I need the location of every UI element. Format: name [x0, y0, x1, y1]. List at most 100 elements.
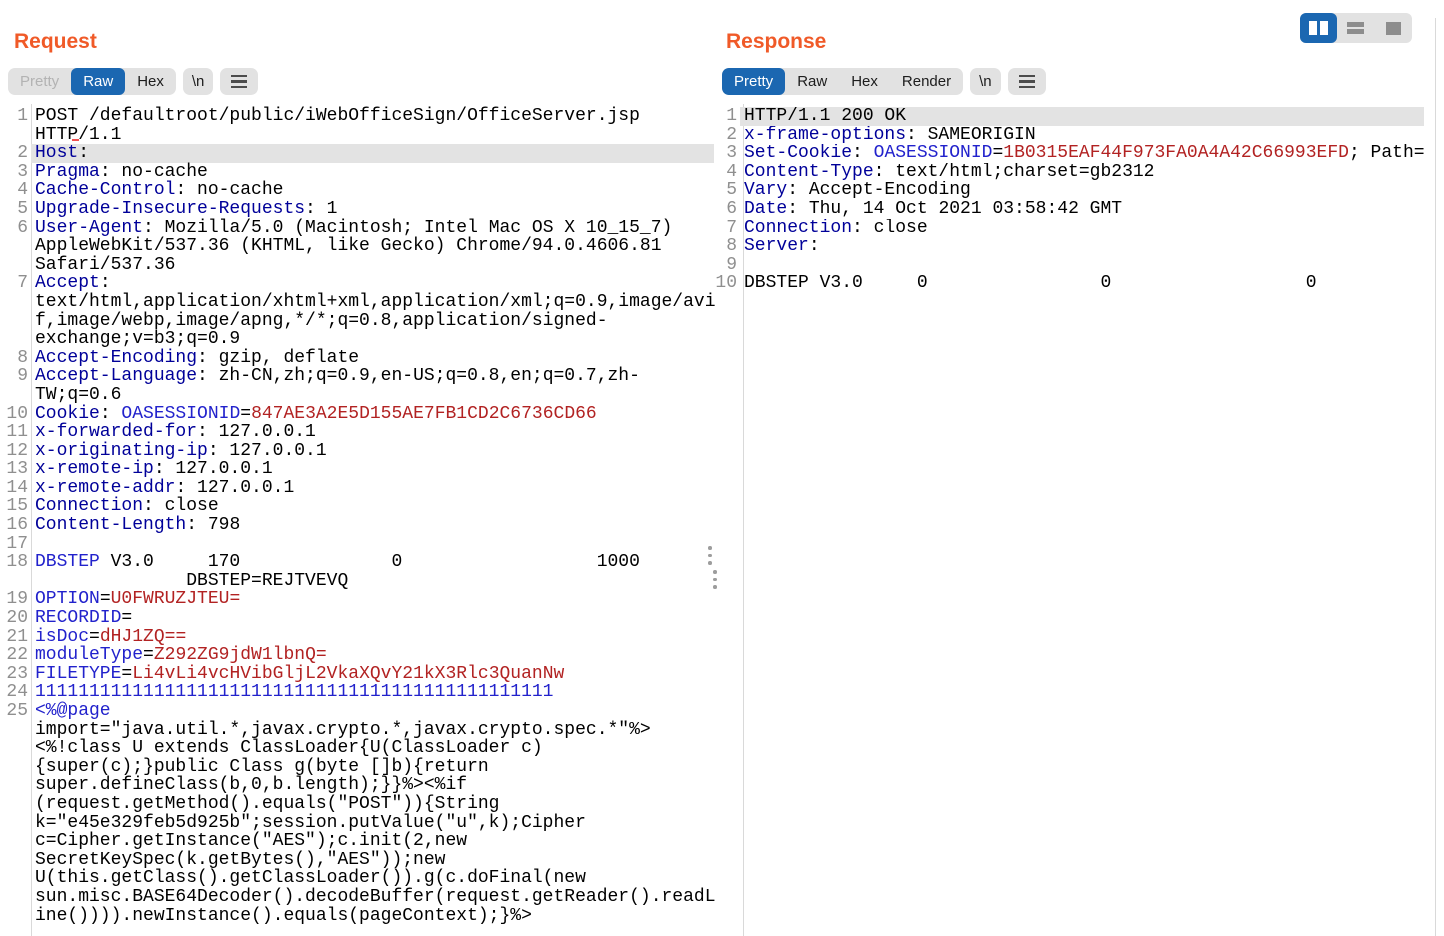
code-segment: Connection — [744, 219, 852, 238]
response-panel-drag-handle[interactable] — [713, 570, 717, 589]
code-segment: DBSTEP V3.0 0 0 0 — [744, 274, 1317, 293]
code-line[interactable]: 1POST /defaultroot/public/iWebOfficeSign… — [0, 107, 714, 144]
code-line[interactable]: 6User-Agent: Mozilla/5.0 (Macintosh; Int… — [0, 219, 714, 275]
code-segment: V3.0 170 0 1000 DBSTEP=REJTVEVQ — [35, 552, 640, 591]
code-segment: x-originating-ip — [35, 441, 208, 461]
code-line[interactable]: 9Accept-Language: zh-CN,zh;q=0.9,en-US;q… — [0, 367, 714, 404]
code-line[interactable]: 10DBSTEP V3.0 0 0 0 — [714, 274, 1444, 293]
tab-raw[interactable]: Raw — [71, 68, 125, 95]
code-line[interactable]: 10Cookie: OASESSIONID=847AE3A2E5D155AE7F… — [0, 405, 714, 424]
code-segment: : close — [143, 496, 219, 516]
code-line[interactable]: 25<%@page import="java.util.*,javax.cryp… — [0, 702, 714, 925]
tab-render[interactable]: Render — [890, 68, 963, 95]
code-line[interactable]: 21isDoc=dHJ1ZQ== — [0, 628, 714, 647]
code-line[interactable]: 12x-originating-ip: 127.0.0.1 — [0, 442, 714, 461]
code-segment: Set-Cookie — [744, 144, 852, 163]
tab-pretty[interactable]: Pretty — [722, 68, 785, 95]
code-line[interactable]: 5Upgrade-Insecure-Requests: 1 — [0, 200, 714, 219]
tab-raw[interactable]: Raw — [785, 68, 839, 95]
code-line[interactable]: 5Vary: Accept-Encoding — [714, 181, 1444, 200]
line-content: x-remote-addr: 127.0.0.1 — [31, 479, 714, 498]
line-number: 25 — [0, 702, 28, 721]
line-number: 1 — [714, 107, 737, 126]
response-view-tabs: PrettyRawHexRender — [722, 68, 963, 95]
line-content: User-Agent: Mozilla/5.0 (Macintosh; Inte… — [31, 219, 714, 275]
code-segment: FILETYPE — [35, 664, 121, 684]
code-line[interactable]: 2Host: — [0, 144, 714, 163]
request-view-tabs: PrettyRawHex — [8, 68, 176, 95]
code-line[interactable]: 3Pragma: no-cache — [0, 163, 714, 182]
code-line[interactable]: 22moduleType=Z292ZG9jdW1lbnQ= — [0, 646, 714, 665]
code-line[interactable]: 20RECORDID= — [0, 609, 714, 628]
code-line[interactable]: 7Connection: close — [714, 219, 1444, 238]
code-line[interactable]: 19OPTION=U0FWRUZJTEU= — [0, 590, 714, 609]
code-segment: : — [852, 144, 874, 163]
code-line[interactable]: 15Connection: close — [0, 497, 714, 516]
code-line[interactable]: 8Accept-Encoding: gzip, deflate — [0, 349, 714, 368]
response-panel: Response PrettyRawHexRender \n 1 HTTP/1.1 … — [714, 0, 1444, 936]
rows-layout-button[interactable] — [1337, 13, 1374, 43]
code-line[interactable]: 16Content-Length: 798 — [0, 516, 714, 535]
code-line[interactable]: 23FILETYPE=Li4vLi4vcHVibGljL2VkaXQvY21kX… — [0, 665, 714, 684]
line-content: Accept-Encoding: gzip, deflate — [31, 349, 714, 368]
code-line[interactable]: 2x-frame-options: SAMEORIGIN — [714, 126, 1444, 145]
line-content: RECORDID= — [31, 609, 714, 628]
editor-menu-button[interactable] — [220, 68, 258, 95]
code-segment: import="java.util.*,javax.crypto.*,javax… — [35, 701, 716, 926]
line-content: Accept: text/html,application/xhtml+xml,… — [31, 274, 721, 348]
columns-layout-button[interactable] — [1300, 13, 1337, 43]
tab-pretty[interactable]: Pretty — [8, 68, 71, 95]
request-panel-drag-handle[interactable] — [708, 546, 712, 565]
code-segment: : SAMEORIGIN — [906, 126, 1036, 145]
code-segment: : 127.0.0.1 — [208, 441, 327, 461]
line-content: x-frame-options: SAMEORIGIN — [740, 126, 1424, 145]
single-layout-button[interactable] — [1375, 13, 1412, 43]
response-panel-title: Response — [726, 30, 826, 54]
code-line[interactable]: 14x-remote-addr: 127.0.0.1 — [0, 479, 714, 498]
line-content-selected: Host: — [31, 144, 714, 163]
code-line[interactable]: 17 — [0, 535, 714, 554]
code-line[interactable]: 8Server: — [714, 237, 1444, 256]
rows-layout-icon — [1347, 22, 1364, 34]
line-number: 4 — [714, 163, 737, 182]
code-segment: : Accept-Encoding — [787, 181, 971, 200]
line-number: 22 — [0, 646, 28, 665]
code-segment: = — [89, 627, 100, 647]
tab-hex[interactable]: Hex — [839, 68, 890, 95]
code-line[interactable]: 18DBSTEP V3.0 170 0 1000 DBSTEP=REJTVEVQ — [0, 553, 714, 590]
code-segment: : gzip, deflate — [197, 348, 359, 368]
code-line[interactable]: 3Set-Cookie: OASESSIONID=1B0315EAF44F973… — [714, 144, 1444, 163]
code-line[interactable]: 7Accept: text/html,application/xhtml+xml… — [0, 274, 714, 348]
line-number: 7 — [0, 274, 28, 293]
newline-toggle-button[interactable]: \n — [970, 68, 1001, 95]
columns-layout-icon — [1309, 21, 1328, 35]
code-segment: HTTP/1.1 200 OK — [744, 107, 906, 126]
code-segment: Server — [744, 237, 809, 256]
code-line[interactable]: 6Date: Thu, 14 Oct 2021 03:58:42 GMT — [714, 200, 1444, 219]
code-line[interactable]: 13x-remote-ip: 127.0.0.1 — [0, 460, 714, 479]
line-content: OPTION=U0FWRUZJTEU= — [31, 590, 714, 609]
code-segment: : no-cache — [175, 180, 283, 200]
code-segment: moduleType — [35, 645, 143, 665]
code-segment: x-forwarded-for — [35, 422, 197, 442]
code-segment: x-remote-ip — [35, 459, 154, 479]
editor-menu-button[interactable] — [1008, 68, 1046, 95]
line-content: x-remote-ip: 127.0.0.1 — [31, 460, 714, 479]
code-line[interactable]: 11x-forwarded-for: 127.0.0.1 — [0, 423, 714, 442]
newline-toggle-button[interactable]: \n — [183, 68, 214, 95]
response-editor[interactable]: 1 HTTP/1.1 200 OK2x-frame-options: SAMEOR… — [714, 104, 1444, 936]
code-line[interactable]: 2411111111111111111111111111111111111111… — [0, 683, 714, 702]
line-number: 9 — [0, 367, 28, 386]
code-line[interactable]: 4Cache-Control: no-cache — [0, 181, 714, 200]
line-content: Connection: close — [740, 219, 1424, 238]
tab-hex[interactable]: Hex — [125, 68, 176, 95]
line-number: 3 — [0, 163, 28, 182]
code-line[interactable]: 4Content-Type: text/html;charset=gb2312 — [714, 163, 1444, 182]
line-content: DBSTEP V3.0 170 0 1000 DBSTEP=REJTVEVQ — [31, 553, 714, 590]
code-line[interactable]: 1 HTTP/1.1 200 OK — [714, 107, 1444, 126]
code-line[interactable]: 9 — [714, 256, 1444, 275]
code-segment: OASESSIONID — [121, 404, 240, 424]
request-tabbar: PrettyRawHex \n — [8, 68, 258, 95]
code-segment: = — [121, 664, 132, 684]
request-editor[interactable]: 1POST /defaultroot/public/iWebOfficeSign… — [0, 104, 714, 936]
